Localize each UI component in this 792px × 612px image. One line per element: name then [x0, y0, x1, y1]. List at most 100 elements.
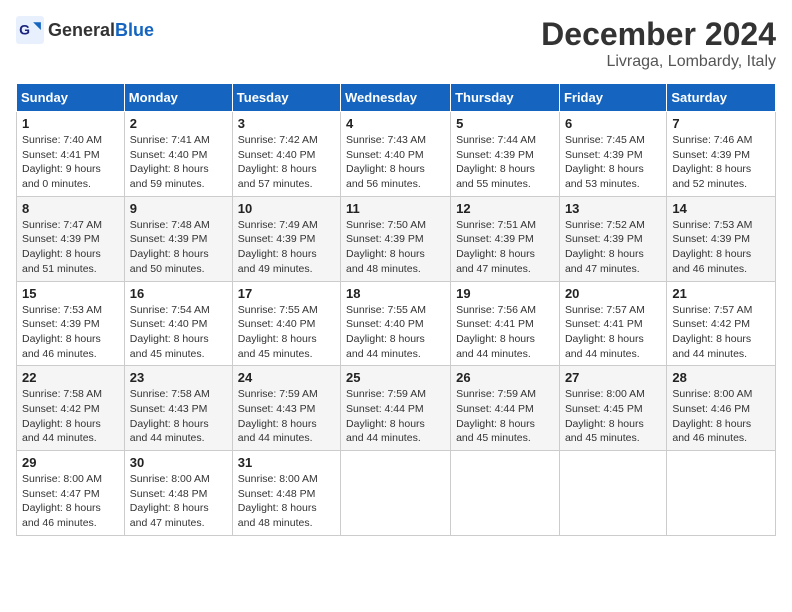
cell-details: Sunrise: 7:57 AM Sunset: 4:41 PM Dayligh… — [565, 303, 661, 362]
weekday-header-saturday: Saturday — [667, 84, 776, 112]
day-number: 26 — [456, 370, 554, 385]
cell-details: Sunrise: 7:43 AM Sunset: 4:40 PM Dayligh… — [346, 133, 445, 192]
cell-details: Sunrise: 7:57 AM Sunset: 4:42 PM Dayligh… — [672, 303, 770, 362]
week-row-1: 1 Sunrise: 7:40 AM Sunset: 4:41 PM Dayli… — [17, 112, 776, 197]
logo-icon: G — [16, 16, 44, 44]
calendar-cell: 29 Sunrise: 8:00 AM Sunset: 4:47 PM Dayl… — [17, 451, 125, 536]
cell-details: Sunrise: 7:51 AM Sunset: 4:39 PM Dayligh… — [456, 218, 554, 277]
day-number: 5 — [456, 116, 554, 131]
calendar-cell: 23 Sunrise: 7:58 AM Sunset: 4:43 PM Dayl… — [124, 366, 232, 451]
week-row-5: 29 Sunrise: 8:00 AM Sunset: 4:47 PM Dayl… — [17, 451, 776, 536]
calendar-table: SundayMondayTuesdayWednesdayThursdayFrid… — [16, 83, 776, 536]
day-number: 6 — [565, 116, 661, 131]
calendar-cell: 19 Sunrise: 7:56 AM Sunset: 4:41 PM Dayl… — [451, 281, 560, 366]
day-number: 1 — [22, 116, 119, 131]
calendar-cell: 13 Sunrise: 7:52 AM Sunset: 4:39 PM Dayl… — [559, 196, 666, 281]
calendar-cell: 7 Sunrise: 7:46 AM Sunset: 4:39 PM Dayli… — [667, 112, 776, 197]
day-number: 24 — [238, 370, 335, 385]
calendar-cell: 14 Sunrise: 7:53 AM Sunset: 4:39 PM Dayl… — [667, 196, 776, 281]
weekday-header-monday: Monday — [124, 84, 232, 112]
cell-details: Sunrise: 7:58 AM Sunset: 4:42 PM Dayligh… — [22, 387, 119, 446]
svg-text:G: G — [19, 22, 30, 38]
weekday-header-tuesday: Tuesday — [232, 84, 340, 112]
day-number: 23 — [130, 370, 227, 385]
weekday-header-sunday: Sunday — [17, 84, 125, 112]
cell-details: Sunrise: 8:00 AM Sunset: 4:45 PM Dayligh… — [565, 387, 661, 446]
day-number: 27 — [565, 370, 661, 385]
calendar-cell: 1 Sunrise: 7:40 AM Sunset: 4:41 PM Dayli… — [17, 112, 125, 197]
day-number: 11 — [346, 201, 445, 216]
cell-details: Sunrise: 7:47 AM Sunset: 4:39 PM Dayligh… — [22, 218, 119, 277]
calendar-cell: 22 Sunrise: 7:58 AM Sunset: 4:42 PM Dayl… — [17, 366, 125, 451]
day-number: 10 — [238, 201, 335, 216]
calendar-cell — [559, 451, 666, 536]
calendar-cell — [667, 451, 776, 536]
day-number: 9 — [130, 201, 227, 216]
calendar-cell: 28 Sunrise: 8:00 AM Sunset: 4:46 PM Dayl… — [667, 366, 776, 451]
logo: G GeneralBlue — [16, 16, 154, 44]
cell-details: Sunrise: 8:00 AM Sunset: 4:47 PM Dayligh… — [22, 472, 119, 531]
week-row-2: 8 Sunrise: 7:47 AM Sunset: 4:39 PM Dayli… — [17, 196, 776, 281]
cell-details: Sunrise: 7:46 AM Sunset: 4:39 PM Dayligh… — [672, 133, 770, 192]
calendar-cell: 20 Sunrise: 7:57 AM Sunset: 4:41 PM Dayl… — [559, 281, 666, 366]
calendar-cell — [451, 451, 560, 536]
weekday-header-thursday: Thursday — [451, 84, 560, 112]
day-number: 25 — [346, 370, 445, 385]
calendar-cell: 12 Sunrise: 7:51 AM Sunset: 4:39 PM Dayl… — [451, 196, 560, 281]
day-number: 4 — [346, 116, 445, 131]
calendar-cell: 24 Sunrise: 7:59 AM Sunset: 4:43 PM Dayl… — [232, 366, 340, 451]
month-title: December 2024 — [541, 16, 776, 53]
cell-details: Sunrise: 7:40 AM Sunset: 4:41 PM Dayligh… — [22, 133, 119, 192]
location-subtitle: Livraga, Lombardy, Italy — [541, 53, 776, 71]
weekday-header-row: SundayMondayTuesdayWednesdayThursdayFrid… — [17, 84, 776, 112]
calendar-cell: 15 Sunrise: 7:53 AM Sunset: 4:39 PM Dayl… — [17, 281, 125, 366]
calendar-cell: 31 Sunrise: 8:00 AM Sunset: 4:48 PM Dayl… — [232, 451, 340, 536]
weekday-header-wednesday: Wednesday — [341, 84, 451, 112]
cell-details: Sunrise: 7:49 AM Sunset: 4:39 PM Dayligh… — [238, 218, 335, 277]
calendar-cell: 3 Sunrise: 7:42 AM Sunset: 4:40 PM Dayli… — [232, 112, 340, 197]
cell-details: Sunrise: 7:42 AM Sunset: 4:40 PM Dayligh… — [238, 133, 335, 192]
calendar-cell: 27 Sunrise: 8:00 AM Sunset: 4:45 PM Dayl… — [559, 366, 666, 451]
cell-details: Sunrise: 7:50 AM Sunset: 4:39 PM Dayligh… — [346, 218, 445, 277]
day-number: 19 — [456, 286, 554, 301]
day-number: 8 — [22, 201, 119, 216]
cell-details: Sunrise: 7:53 AM Sunset: 4:39 PM Dayligh… — [22, 303, 119, 362]
day-number: 18 — [346, 286, 445, 301]
calendar-cell: 10 Sunrise: 7:49 AM Sunset: 4:39 PM Dayl… — [232, 196, 340, 281]
cell-details: Sunrise: 7:45 AM Sunset: 4:39 PM Dayligh… — [565, 133, 661, 192]
logo-general: General — [48, 20, 115, 41]
day-number: 2 — [130, 116, 227, 131]
cell-details: Sunrise: 7:52 AM Sunset: 4:39 PM Dayligh… — [565, 218, 661, 277]
day-number: 29 — [22, 455, 119, 470]
cell-details: Sunrise: 7:41 AM Sunset: 4:40 PM Dayligh… — [130, 133, 227, 192]
calendar-cell: 9 Sunrise: 7:48 AM Sunset: 4:39 PM Dayli… — [124, 196, 232, 281]
calendar-cell: 6 Sunrise: 7:45 AM Sunset: 4:39 PM Dayli… — [559, 112, 666, 197]
cell-details: Sunrise: 7:56 AM Sunset: 4:41 PM Dayligh… — [456, 303, 554, 362]
calendar-cell: 17 Sunrise: 7:55 AM Sunset: 4:40 PM Dayl… — [232, 281, 340, 366]
week-row-4: 22 Sunrise: 7:58 AM Sunset: 4:42 PM Dayl… — [17, 366, 776, 451]
week-row-3: 15 Sunrise: 7:53 AM Sunset: 4:39 PM Dayl… — [17, 281, 776, 366]
calendar-cell: 8 Sunrise: 7:47 AM Sunset: 4:39 PM Dayli… — [17, 196, 125, 281]
calendar-cell: 25 Sunrise: 7:59 AM Sunset: 4:44 PM Dayl… — [341, 366, 451, 451]
day-number: 22 — [22, 370, 119, 385]
calendar-cell: 16 Sunrise: 7:54 AM Sunset: 4:40 PM Dayl… — [124, 281, 232, 366]
day-number: 20 — [565, 286, 661, 301]
title-block: December 2024 Livraga, Lombardy, Italy — [541, 16, 776, 71]
calendar-cell: 26 Sunrise: 7:59 AM Sunset: 4:44 PM Dayl… — [451, 366, 560, 451]
day-number: 31 — [238, 455, 335, 470]
cell-details: Sunrise: 8:00 AM Sunset: 4:46 PM Dayligh… — [672, 387, 770, 446]
weekday-header-friday: Friday — [559, 84, 666, 112]
day-number: 28 — [672, 370, 770, 385]
day-number: 16 — [130, 286, 227, 301]
calendar-cell — [341, 451, 451, 536]
calendar-cell: 18 Sunrise: 7:55 AM Sunset: 4:40 PM Dayl… — [341, 281, 451, 366]
cell-details: Sunrise: 7:55 AM Sunset: 4:40 PM Dayligh… — [346, 303, 445, 362]
cell-details: Sunrise: 7:58 AM Sunset: 4:43 PM Dayligh… — [130, 387, 227, 446]
cell-details: Sunrise: 7:53 AM Sunset: 4:39 PM Dayligh… — [672, 218, 770, 277]
cell-details: Sunrise: 7:59 AM Sunset: 4:44 PM Dayligh… — [456, 387, 554, 446]
day-number: 14 — [672, 201, 770, 216]
day-number: 7 — [672, 116, 770, 131]
day-number: 30 — [130, 455, 227, 470]
cell-details: Sunrise: 7:54 AM Sunset: 4:40 PM Dayligh… — [130, 303, 227, 362]
cell-details: Sunrise: 7:48 AM Sunset: 4:39 PM Dayligh… — [130, 218, 227, 277]
